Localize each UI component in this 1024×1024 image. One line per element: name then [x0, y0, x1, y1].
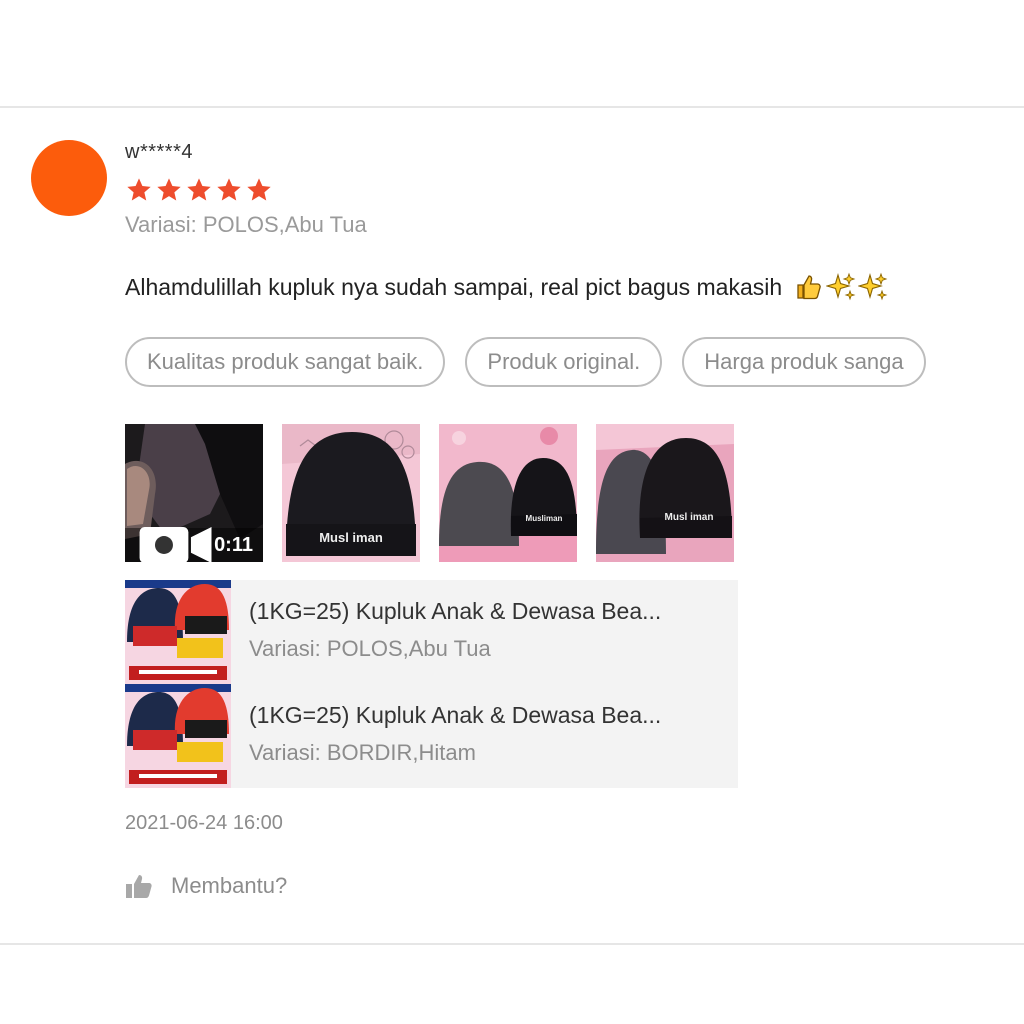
star-icon	[155, 176, 183, 204]
thumbs-up-icon	[126, 875, 152, 898]
review-timestamp: 2021-06-24 16:00	[125, 812, 283, 834]
beanie-embroidery-text: Musl iman	[319, 530, 383, 545]
helpful-button[interactable]: Membantu?	[125, 873, 287, 899]
star-icon	[215, 176, 243, 204]
review-media: 0:11 Musl iman Musliman Musl iman	[125, 424, 734, 562]
product-name[interactable]: (1KG=25) Kupluk Anak & Dewasa Bea...	[249, 702, 661, 729]
video-camera-icon	[139, 527, 212, 562]
review-tag: Kualitas produk sangat baik.	[125, 337, 446, 387]
top-divider	[0, 106, 1024, 108]
beanie-embroidery-text: Musliman	[526, 514, 563, 523]
review-tag: Produk original.	[465, 337, 663, 387]
avatar[interactable]	[31, 140, 107, 216]
rating-stars	[125, 176, 273, 204]
review-photo-thumbnail[interactable]: Musl iman	[282, 424, 420, 562]
review-photo-thumbnail[interactable]: Musliman	[439, 424, 577, 562]
review-comment: Alhamdulillah kupluk nya sudah sampai, r…	[125, 272, 888, 302]
star-icon	[125, 176, 153, 204]
comment-emojis	[794, 272, 888, 302]
star-icon	[185, 176, 213, 204]
thumbs-up-emoji-icon	[794, 272, 824, 302]
beanie-photo-image: Musl iman	[282, 424, 420, 562]
purchased-products: (1KG=25) Kupluk Anak & Dewasa Bea... Var…	[125, 580, 738, 788]
product-item[interactable]: (1KG=25) Kupluk Anak & Dewasa Bea... Var…	[125, 684, 738, 788]
product-variation: Variasi: BORDIR,Hitam	[249, 740, 476, 765]
review-photo-thumbnail[interactable]: Musl iman	[596, 424, 734, 562]
review-tags: Kualitas produk sangat baik. Produk orig…	[125, 337, 926, 387]
review-page: w*****4 Variasi: POLOS,Abu Tua Alhamduli…	[0, 0, 1024, 1024]
beanie-photo-image: Musl iman	[596, 424, 734, 562]
beanie-embroidery-text: Musl iman	[665, 512, 714, 523]
review-variation: Variasi: POLOS,Abu Tua	[125, 212, 367, 237]
sparkles-emoji-icon	[826, 272, 856, 302]
bottom-divider	[0, 943, 1024, 945]
video-duration: 0:11	[214, 533, 253, 556]
sparkles-emoji-icon	[858, 272, 888, 302]
product-name[interactable]: (1KG=25) Kupluk Anak & Dewasa Bea...	[249, 598, 661, 625]
product-variation: Variasi: POLOS,Abu Tua	[249, 636, 491, 661]
review-tag: Harga produk sanga	[682, 337, 926, 387]
review-video-thumbnail[interactable]: 0:11	[125, 424, 263, 562]
video-overlay: 0:11	[125, 527, 263, 562]
product-image	[125, 580, 231, 684]
comment-text: Alhamdulillah kupluk nya sudah sampai, r…	[125, 273, 783, 300]
reviewer-username: w*****4	[125, 141, 193, 163]
star-icon	[245, 176, 273, 204]
product-item[interactable]: (1KG=25) Kupluk Anak & Dewasa Bea... Var…	[125, 580, 738, 684]
product-image	[125, 684, 231, 788]
beanie-photo-image: Musliman	[439, 424, 577, 562]
helpful-label: Membantu?	[171, 873, 288, 898]
